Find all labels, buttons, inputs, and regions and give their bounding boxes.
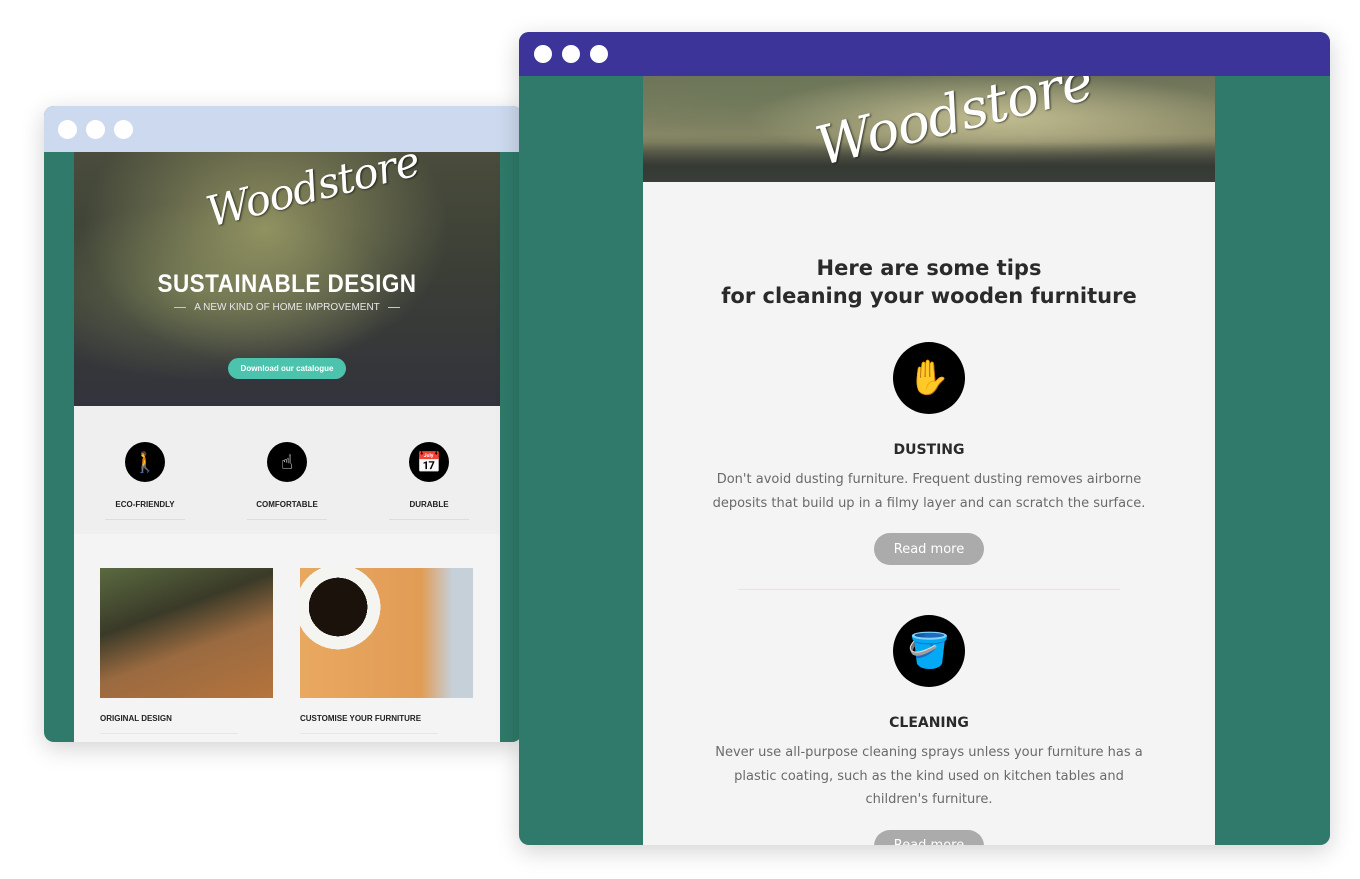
hero-title: SUSTAINABLE DESIGN	[157, 270, 417, 298]
feature-durable: 📅 DURABLE	[369, 442, 489, 534]
tip-cleaning: 🪣 CLEANING Never use all-purpose cleanin…	[643, 615, 1215, 845]
header-banner: Woodstore	[643, 76, 1215, 182]
products-row: ORIGINAL DESIGN CUSTOMISE YOUR FURNITURE	[74, 534, 500, 734]
hiker-icon: 🚶	[125, 442, 165, 482]
read-more-button[interactable]: Read more	[874, 533, 984, 565]
feature-divider	[389, 519, 469, 520]
window-dot-minimize[interactable]	[562, 45, 580, 63]
product-divider	[100, 733, 238, 734]
brand-logo: Woodstore	[201, 152, 425, 237]
window-dot-maximize[interactable]	[114, 119, 133, 139]
feature-label: DURABLE	[409, 500, 449, 509]
window-dot-minimize[interactable]	[86, 119, 105, 139]
tip-divider	[738, 589, 1120, 590]
features-row: 🚶 ECO-FRIENDLY ☝ COMFORTABLE 📅 DURABLE	[74, 406, 500, 534]
coffee-cup-on-wood-photo[interactable]	[300, 568, 473, 698]
tip-text: Never use all-purpose cleaning sprays un…	[715, 745, 1143, 807]
read-more-button[interactable]: Read more	[874, 829, 984, 845]
tip-heading: CLEANING	[889, 715, 969, 731]
window-dot-close[interactable]	[534, 45, 552, 63]
right-window-titlebar	[519, 32, 1330, 76]
feature-eco-friendly: 🚶 ECO-FRIENDLY	[85, 442, 205, 534]
left-email-page: Woodstore SUSTAINABLE DESIGN A NEW KIND …	[74, 152, 500, 742]
pointing-hand-icon: ☝	[267, 442, 307, 482]
product-label[interactable]: ORIGINAL DESIGN	[100, 714, 273, 723]
window-dot-maximize[interactable]	[590, 45, 608, 63]
dusting-hand-icon: ✋	[893, 342, 965, 414]
tips-title-line-2: for cleaning your wooden furniture	[721, 284, 1137, 308]
product-card[interactable]: CUSTOMISE YOUR FURNITURE	[300, 568, 473, 734]
download-catalogue-button[interactable]: Download our catalogue	[228, 358, 346, 379]
divider-line	[174, 307, 187, 308]
divider-line	[387, 307, 401, 308]
tip-dusting: ✋ DUSTING Don't avoid dusting furniture.…	[643, 342, 1215, 565]
hero-subtitle: A NEW KIND OF HOME IMPROVEMENT	[194, 302, 380, 313]
feature-label: COMFORTABLE	[256, 500, 318, 509]
product-card[interactable]: ORIGINAL DESIGN	[100, 568, 273, 734]
tips-title: Here are some tips for cleaning your woo…	[643, 254, 1215, 310]
outdoor-table-photo[interactable]	[100, 568, 273, 698]
left-browser-window: Woodstore SUSTAINABLE DESIGN A NEW KIND …	[44, 106, 522, 742]
tip-text: Don't avoid dusting furniture. Frequent …	[712, 472, 1146, 511]
product-divider	[300, 733, 438, 734]
calendar-clock-icon: 📅	[409, 442, 449, 482]
feature-comfortable: ☝ COMFORTABLE	[227, 442, 347, 534]
tip-heading: DUSTING	[893, 442, 965, 458]
hero-subtitle-row: A NEW KIND OF HOME IMPROVEMENT	[174, 302, 401, 313]
hero-section: Woodstore SUSTAINABLE DESIGN A NEW KIND …	[74, 152, 500, 406]
tips-title-line-1: Here are some tips	[816, 256, 1042, 280]
feature-label: ECO-FRIENDLY	[115, 500, 175, 509]
left-window-titlebar	[44, 106, 522, 152]
feature-divider	[105, 519, 185, 520]
feature-divider	[247, 519, 327, 520]
window-dot-close[interactable]	[58, 119, 77, 139]
bucket-icon: 🪣	[893, 615, 965, 687]
right-browser-window: Woodstore Here are some tips for cleanin…	[519, 32, 1330, 845]
product-label[interactable]: CUSTOMISE YOUR FURNITURE	[300, 714, 473, 723]
right-email-page: Woodstore Here are some tips for cleanin…	[643, 76, 1215, 845]
